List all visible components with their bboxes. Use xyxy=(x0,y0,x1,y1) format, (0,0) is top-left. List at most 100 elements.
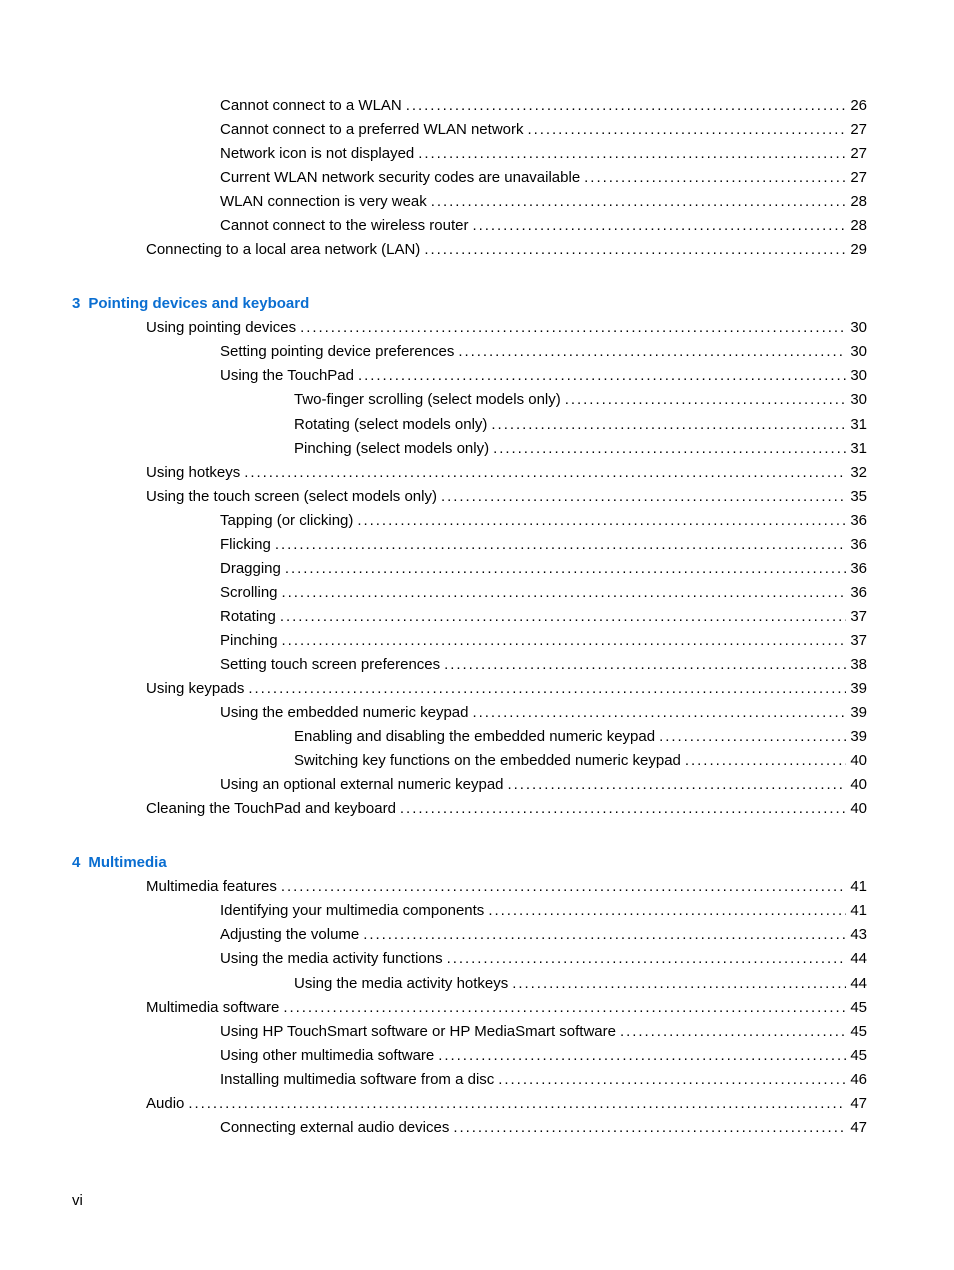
toc-entry[interactable]: Using hotkeys 32 xyxy=(0,461,867,485)
toc-entry[interactable]: Using the media activity hotkeys 44 xyxy=(0,972,867,996)
toc-entry[interactable]: Current WLAN network security codes are … xyxy=(0,166,867,190)
toc-entry-page: 44 xyxy=(850,974,867,992)
toc-entry[interactable]: Using keypads 39 xyxy=(0,677,867,701)
table-of-contents: Cannot connect to a WLAN26Cannot connect… xyxy=(0,94,954,1140)
toc-entry[interactable]: Pinching (select models only) 31 xyxy=(0,437,867,461)
toc-entry[interactable]: Audio 47 xyxy=(0,1092,867,1116)
dot-leader xyxy=(472,214,846,238)
toc-entry[interactable]: Using other multimedia software 45 xyxy=(0,1044,867,1068)
toc-entry[interactable]: Switching key functions on the embedded … xyxy=(0,749,867,773)
toc-entry[interactable]: Using HP TouchSmart software or HP Media… xyxy=(0,1020,867,1044)
toc-entry[interactable]: Using an optional external numeric keypa… xyxy=(0,773,867,797)
dot-leader xyxy=(444,653,846,677)
toc-entry-page: 40 xyxy=(850,776,867,794)
toc-entry-title: Rotating (select models only) xyxy=(294,415,488,433)
toc-entry[interactable]: Using the touch screen (select models on… xyxy=(0,485,867,509)
toc-entry[interactable]: Using pointing devices 30 xyxy=(0,316,867,340)
toc-entry[interactable]: Setting pointing device preferences 30 xyxy=(0,340,867,364)
toc-entry[interactable]: Two-finger scrolling (select models only… xyxy=(0,388,867,412)
toc-entry-page: 43 xyxy=(850,926,867,944)
toc-entry[interactable]: Scrolling 36 xyxy=(0,581,867,605)
toc-entry-title: Using hotkeys xyxy=(146,463,241,481)
toc-entry-page: 28 xyxy=(850,217,867,235)
dot-leader xyxy=(620,1020,846,1044)
toc-entry-page: 30 xyxy=(850,319,867,337)
toc-entry-page: 47 xyxy=(850,1118,867,1136)
toc-entry-title: Using pointing devices xyxy=(146,319,297,337)
toc-entry[interactable]: Tapping (or clicking) 36 xyxy=(0,509,867,533)
toc-entry[interactable]: Installing multimedia software from a di… xyxy=(0,1068,867,1092)
toc-entry-page: 39 xyxy=(850,680,867,698)
dot-leader xyxy=(281,875,846,899)
toc-entry[interactable]: Using the TouchPad 30 xyxy=(0,364,867,388)
toc-entry[interactable]: Multimedia software 45 xyxy=(0,996,867,1020)
dot-leader xyxy=(406,94,847,118)
toc-entry-page: 37 xyxy=(850,607,867,625)
toc-entry[interactable]: Setting touch screen preferences 38 xyxy=(0,653,867,677)
toc-entry-title: WLAN connection is very weak xyxy=(220,193,427,211)
toc-entry-page: 40 xyxy=(850,752,867,770)
chapter-number: 4 xyxy=(72,854,81,872)
dot-leader xyxy=(188,1092,846,1116)
chapter-number: 3 xyxy=(72,295,81,313)
dot-leader xyxy=(438,1044,846,1068)
toc-entry[interactable]: Using the embedded numeric keypad 39 xyxy=(0,701,867,725)
toc-entry[interactable]: Pinching 37 xyxy=(0,629,867,653)
toc-entry-title: Enabling and disabling the embedded nume… xyxy=(294,728,656,746)
dot-leader xyxy=(441,485,846,509)
toc-entry-page: 28 xyxy=(850,193,867,211)
toc-entry-page: 41 xyxy=(850,902,867,920)
toc-entry[interactable]: Network icon is not displayed 27 xyxy=(0,142,867,166)
toc-entry-page: 30 xyxy=(850,391,867,409)
toc-entry-page: 31 xyxy=(850,415,867,433)
chapter-title: Pointing devices and keyboard xyxy=(88,295,310,313)
toc-entry[interactable]: Cannot connect to a preferred WLAN netwo… xyxy=(0,118,867,142)
toc-entry[interactable]: Cannot connect to a WLAN 26 xyxy=(0,94,867,118)
toc-entry-page: 45 xyxy=(850,1022,867,1040)
toc-entry-title: Using the media activity hotkeys xyxy=(294,974,509,992)
toc-entry[interactable]: Cleaning the TouchPad and keyboard 40 xyxy=(0,797,867,821)
dot-leader xyxy=(565,388,847,412)
toc-entry-page: 36 xyxy=(850,511,867,529)
toc-entry-title: Cannot connect to a WLAN xyxy=(220,97,402,114)
dot-leader xyxy=(357,509,846,533)
toc-entry-page: 47 xyxy=(850,1094,867,1112)
toc-entry-title: Using the embedded numeric keypad xyxy=(220,704,469,722)
toc-entry-page: 36 xyxy=(850,559,867,577)
toc-entry-page: 35 xyxy=(850,487,867,505)
toc-entry-page: 45 xyxy=(850,998,867,1016)
toc-entry[interactable]: Rotating (select models only) 31 xyxy=(0,413,867,437)
toc-entry[interactable]: Dragging 36 xyxy=(0,557,867,581)
toc-entry-page: 27 xyxy=(850,121,867,139)
toc-entry[interactable]: Connecting to a local area network (LAN)… xyxy=(0,238,867,262)
toc-entry[interactable]: WLAN connection is very weak 28 xyxy=(0,190,867,214)
toc-entry[interactable]: Flicking 36 xyxy=(0,533,867,557)
toc-entry-page: 41 xyxy=(850,878,867,896)
toc-entry[interactable]: Multimedia features 41 xyxy=(0,875,867,899)
toc-entry-page: 37 xyxy=(850,631,867,649)
toc-entry[interactable]: Adjusting the volume 43 xyxy=(0,923,867,947)
dot-leader xyxy=(685,749,846,773)
toc-entry-page: 27 xyxy=(850,169,867,187)
toc-entry[interactable]: Connecting external audio devices 47 xyxy=(0,1116,867,1140)
dot-leader xyxy=(300,316,846,340)
toc-entry-page: 44 xyxy=(850,950,867,968)
toc-entry[interactable]: Enabling and disabling the embedded nume… xyxy=(0,725,867,749)
toc-entry-title: Using the touch screen (select models on… xyxy=(146,487,437,505)
toc-entry[interactable]: Cannot connect to the wireless router 28 xyxy=(0,214,867,238)
toc-entry[interactable]: Identifying your multimedia components 41 xyxy=(0,899,867,923)
chapter-heading[interactable]: 3 Pointing devices and keyboard xyxy=(0,292,954,316)
toc-entry[interactable]: Rotating 37 xyxy=(0,605,867,629)
dot-leader xyxy=(508,773,847,797)
toc-entry-title: Multimedia features xyxy=(146,878,277,896)
toc-entry-page: 26 xyxy=(850,97,867,114)
toc-entry[interactable]: Using the media activity functions 44 xyxy=(0,947,867,971)
dot-leader xyxy=(458,340,846,364)
dot-leader xyxy=(447,947,847,971)
chapter-title: Multimedia xyxy=(88,854,167,872)
dot-leader xyxy=(431,190,847,214)
toc-entry-page: 27 xyxy=(850,145,867,163)
dot-leader xyxy=(285,557,846,581)
toc-entry-page: 39 xyxy=(850,704,867,722)
chapter-heading[interactable]: 4 Multimedia xyxy=(0,851,954,875)
